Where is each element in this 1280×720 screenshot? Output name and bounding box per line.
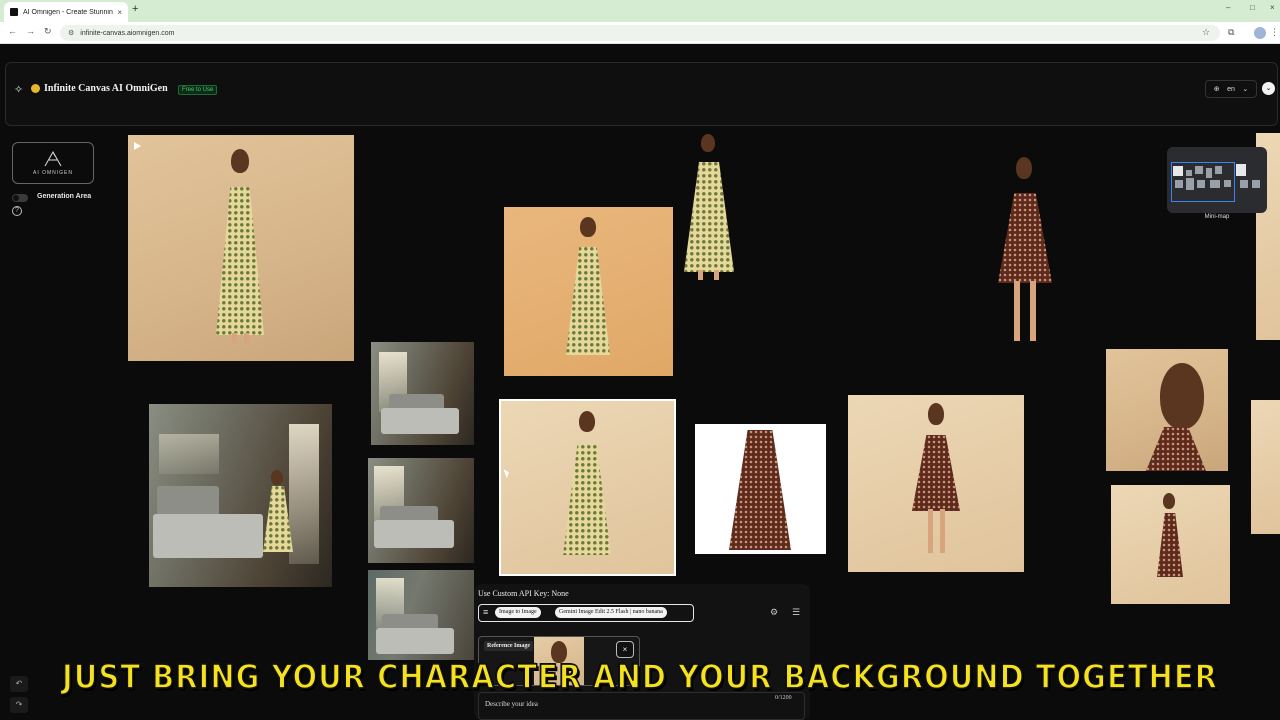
sliders-icon[interactable]: ☰ [792,607,800,618]
generation-area-label: Generation Area [37,193,92,200]
app-header: ✧ Infinite Canvas AI OmniGen Free to Use… [5,62,1278,126]
help-icon[interactable]: ? [12,206,22,216]
address-bar[interactable]: ⚙ infinite-canvas.aiomnigen.com [60,25,1220,41]
logo-text: AI OMNIGEN [32,170,73,176]
minimize-button[interactable]: – [1226,3,1230,12]
site-favicon-icon [10,8,18,16]
new-tab-button[interactable]: + [132,3,138,15]
canvas-image-floral-dress-orange[interactable] [504,207,673,376]
chevron-down-icon: ⌄ [1242,86,1249,93]
canvas-image-bedroom-1[interactable] [371,342,474,445]
omnigen-logo-icon [44,150,62,167]
browser-menu-icon[interactable]: ⋮ [1270,27,1279,38]
mode-select[interactable]: Image to Image [495,607,541,618]
canvas-image-brown-dress-profile[interactable] [1111,485,1230,604]
app-title: Infinite Canvas AI OmniGen [44,83,168,94]
gear-icon[interactable]: ⚙ [770,607,778,618]
remove-reference-button[interactable]: × [616,641,634,658]
canvas-image-edge-mid[interactable] [1251,400,1280,534]
maximize-button[interactable]: □ [1250,3,1255,12]
tab-title: AI Omnigen - Create Stunnin [23,8,113,16]
site-info-icon[interactable]: ⚙ [68,29,74,37]
free-badge: Free to Use [178,85,218,95]
reference-image-label: Reference Image [484,641,534,651]
star-icon[interactable]: ☆ [1202,27,1210,38]
user-menu-button[interactable]: ⌄ [1262,82,1275,95]
prompt-placeholder: Describe your idea [485,700,538,708]
url-text: infinite-canvas.aiomnigen.com [80,29,175,37]
model-select[interactable]: Gemini Image Edit 2.5 Flash | nano banan… [555,607,667,618]
canvas-image-floral-dress-selected[interactable] [499,399,676,576]
canvas-image-bedroom-with-model[interactable] [149,404,332,587]
language-selector[interactable]: ⊕ en ⌄ [1205,80,1257,98]
video-caption: JUST BRING YOUR CHARACTER AND YOUR BACKG… [61,656,1218,697]
reload-icon[interactable]: ↻ [44,26,52,37]
menu-icon[interactable]: ≡ [483,607,488,617]
canvas-image-brown-dress-product[interactable] [695,424,826,554]
arrow-right-icon[interactable]: → [26,26,35,36]
generation-area-toggle[interactable] [12,194,28,202]
language-value: en [1227,85,1235,93]
canvas-image-bedroom-3[interactable] [368,570,474,660]
app-logo[interactable]: AI OMNIGEN [12,142,94,184]
canvas-image-floral-dress-full[interactable] [128,135,354,361]
canvas-image-brown-dress-cutout[interactable] [982,157,1068,350]
browser-tab[interactable]: AI Omnigen - Create Stunnin × [4,2,128,22]
profile-avatar[interactable] [1254,27,1266,39]
arrow-left-icon[interactable]: ← [8,26,17,36]
minimap-label: Mini-map [1204,214,1230,220]
sparkle-icon: ✧ [14,84,24,96]
globe-icon: ⊕ [1213,86,1220,93]
browser-toolbar: ← → ↻ ⚙ infinite-canvas.aiomnigen.com ☆ … [0,22,1280,44]
close-window-button[interactable]: × [1270,3,1275,12]
canvas-image-bedroom-2[interactable] [368,458,474,563]
minimap-viewport[interactable] [1171,162,1235,202]
browser-tab-bar: AI Omnigen - Create Stunnin × + – □ × [0,0,1280,22]
redo-icon[interactable]: ↷ [10,697,28,713]
canvas-image-brown-dress-model[interactable] [848,395,1024,572]
brain-emoji-icon [31,84,40,93]
api-key-status[interactable]: Use Custom API Key: None [478,589,569,598]
play-icon[interactable] [134,142,141,150]
extensions-icon[interactable]: ⧉ [1228,27,1234,38]
canvas-image-floral-cutout[interactable] [678,132,742,284]
tab-close-button[interactable]: × [117,8,122,17]
canvas-image-portrait-side[interactable] [1106,349,1228,471]
